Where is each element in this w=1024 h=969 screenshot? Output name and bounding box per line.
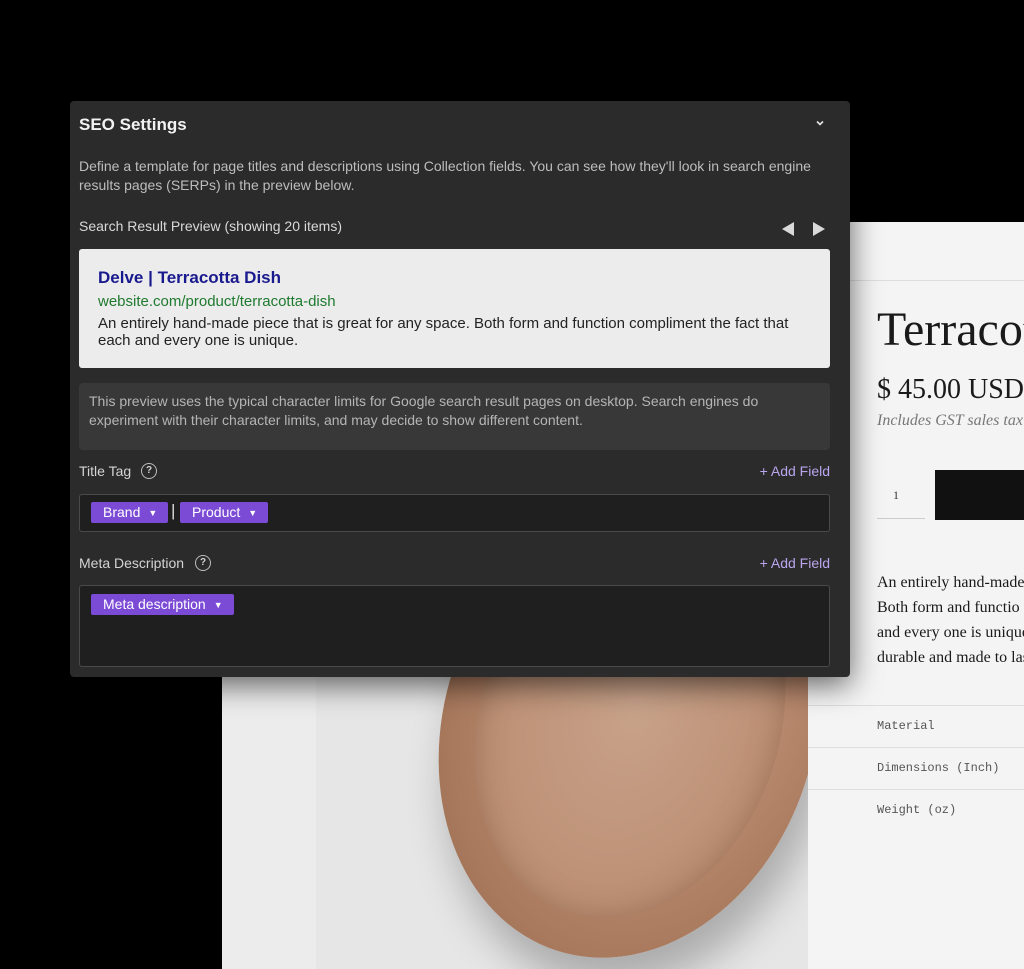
product-tax-note: Includes GST sales tax: [877, 412, 1023, 429]
meta-description-label: Meta Description: [79, 555, 185, 571]
description-line: An entirely hand-made: [877, 574, 1024, 591]
serp-snippet: An entirely hand-made piece that is grea…: [98, 315, 789, 349]
serp-url: website.com/product/terracotta-dish: [98, 293, 336, 310]
chevron-down-icon[interactable]: [812, 117, 828, 133]
help-icon[interactable]: ?: [141, 463, 157, 479]
product-title: Terracotta: [877, 303, 1024, 356]
quantity-value: 1: [893, 488, 899, 502]
add-to-cart-button[interactable]: [935, 470, 1024, 520]
spec-row-material: Material: [808, 705, 1024, 748]
title-tag-label: Title Tag: [79, 463, 132, 479]
product-token[interactable]: Product ▼: [180, 502, 269, 523]
help-icon[interactable]: ?: [195, 555, 211, 571]
serp-preview-card: Delve | Terracotta Dish website.com/prod…: [79, 249, 830, 368]
title-tag-add-field-button[interactable]: + Add Field: [760, 463, 830, 479]
seo-settings-panel: SEO Settings Define a template for page …: [70, 101, 850, 677]
panel-description: Define a template for page titles and de…: [79, 158, 811, 193]
token-label: Brand: [103, 504, 141, 520]
meta-description-add-field-button[interactable]: + Add Field: [760, 555, 830, 571]
spec-row-weight: Weight (oz): [808, 789, 1024, 832]
chevron-down-icon-glyph: [816, 120, 824, 126]
chevron-down-icon: ▼: [248, 508, 258, 518]
separator-text: |: [171, 501, 176, 520]
chevron-down-icon: ▼: [148, 508, 158, 518]
meta-description-field[interactable]: Meta description ▼: [79, 585, 830, 667]
spec-label: Material: [877, 719, 935, 733]
serp-title: Delve | Terracotta Dish: [98, 268, 282, 287]
meta-description-token[interactable]: Meta description ▼: [91, 594, 234, 615]
panel-title: SEO Settings: [79, 115, 187, 134]
product-price: $ 45.00 USD: [877, 374, 1024, 405]
token-label: Product: [192, 504, 241, 520]
chevron-down-icon: ▼: [213, 600, 223, 610]
spec-label: Dimensions (Inch): [877, 761, 1000, 775]
description-line: Both form and functio: [877, 599, 1020, 616]
description-line: durable and made to las: [877, 649, 1024, 666]
brand-token[interactable]: Brand ▼: [91, 502, 169, 523]
preview-label: Search Result Preview (showing 20 items): [79, 218, 342, 234]
title-tag-field[interactable]: Brand ▼ | Product ▼: [79, 494, 830, 532]
product-description: An entirely hand-made Both form and func…: [877, 570, 1024, 670]
description-line: and every one is unique: [877, 624, 1024, 641]
quantity-input[interactable]: 1: [877, 472, 925, 519]
next-arrow-icon[interactable]: [813, 222, 825, 236]
character-limit-note: This preview uses the typical character …: [79, 383, 830, 450]
token-label: Meta description: [103, 596, 206, 612]
spec-label: Weight (oz): [877, 803, 957, 817]
spec-row-dimensions: Dimensions (Inch): [808, 747, 1024, 790]
previous-arrow-icon[interactable]: [782, 222, 794, 236]
